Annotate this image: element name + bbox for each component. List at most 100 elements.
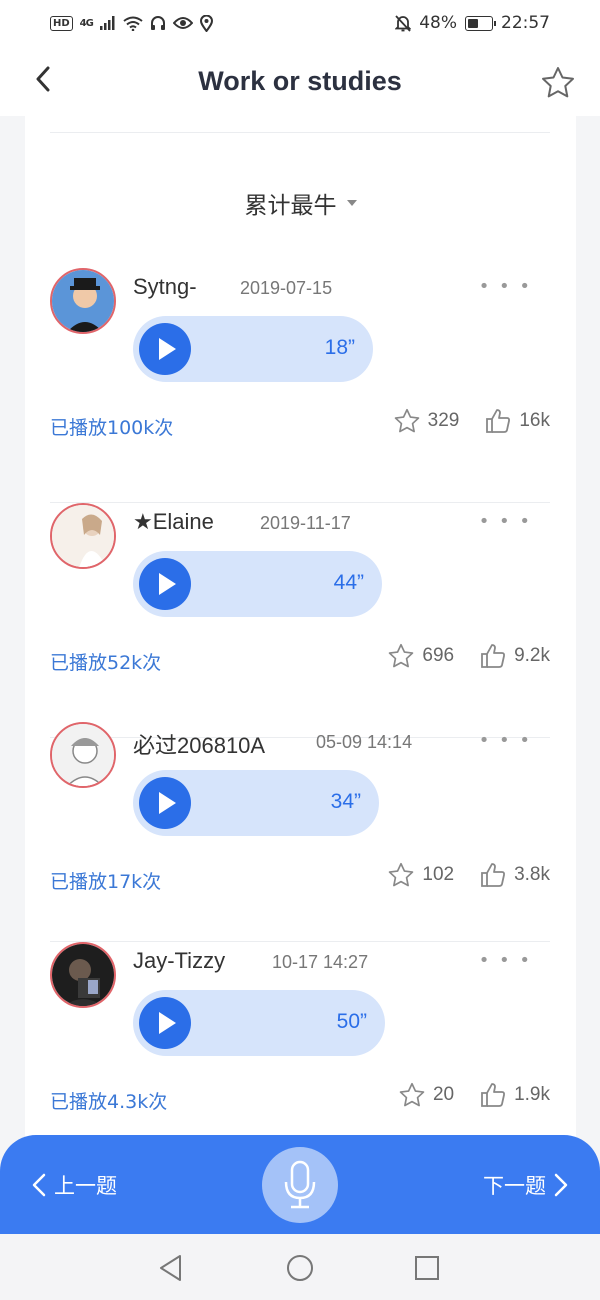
play-icon <box>158 573 176 595</box>
more-options-button[interactable]: • • • <box>479 730 532 751</box>
caret-down-icon <box>346 200 357 206</box>
star-outline-icon <box>389 643 414 668</box>
play-button[interactable] <box>139 323 191 375</box>
square-recents-icon <box>415 1256 439 1280</box>
star-outline-icon <box>389 862 414 887</box>
like-count: 16k <box>519 409 550 431</box>
battery-fill <box>468 18 478 28</box>
battery-percent: 48% <box>419 13 457 33</box>
play-count: 已播放4.3k次 <box>50 1091 168 1113</box>
wifi-icon <box>123 16 143 31</box>
stats: 102 3.8k <box>388 862 550 887</box>
play-button[interactable] <box>139 777 191 829</box>
favorite-count: 329 <box>427 409 460 431</box>
chevron-left-icon <box>32 1173 46 1197</box>
favorite-stat[interactable]: 20 <box>399 1082 454 1107</box>
chevron-right-icon <box>554 1173 568 1197</box>
circle-home-icon <box>287 1255 313 1281</box>
audio-player[interactable]: 18” <box>133 316 373 382</box>
avatar[interactable] <box>50 722 116 788</box>
post-date: 05-09 14:14 <box>316 732 413 752</box>
post-date: 2019-07-15 <box>240 278 333 298</box>
like-count: 1.9k <box>514 1083 550 1105</box>
user-name[interactable]: Sytng- <box>133 274 197 300</box>
sort-selector[interactable]: 累计最牛 <box>25 186 576 220</box>
thumbs-up-icon <box>481 644 506 668</box>
like-count: 3.8k <box>514 863 550 885</box>
audio-player[interactable]: 50” <box>133 990 385 1056</box>
answer-item: Sytng- 2019-07-15 • • • 18” 已播放100k次 329… <box>50 268 550 503</box>
favorite-count: 102 <box>422 863 455 885</box>
favorite-stat[interactable]: 696 <box>388 643 454 668</box>
user-name[interactable]: 必过206810A <box>133 728 265 760</box>
page-title: Work or studies <box>198 65 402 96</box>
next-label: 下一题 <box>483 1174 546 1198</box>
header: Work or studies <box>0 46 600 116</box>
star-outline-icon <box>394 408 419 433</box>
audio-player[interactable]: 44” <box>133 551 382 617</box>
audio-player[interactable]: 34” <box>133 770 379 836</box>
stats: 20 1.9k <box>399 1082 550 1107</box>
divider <box>50 132 550 133</box>
play-button[interactable] <box>139 997 191 1049</box>
favorite-count: 20 <box>432 1083 455 1105</box>
stats: 696 9.2k <box>388 643 550 668</box>
previous-question-button[interactable]: 上一题 <box>32 1170 117 1200</box>
stats: 329 16k <box>394 408 550 433</box>
user-name[interactable]: Jay-Tizzy <box>133 948 225 974</box>
audio-duration: 50” <box>336 1010 367 1033</box>
bell-muted-icon <box>395 14 412 32</box>
star-outline-icon <box>542 67 574 98</box>
microphone-icon <box>284 1160 316 1209</box>
avatar[interactable] <box>50 942 116 1008</box>
audio-duration: 44” <box>333 571 364 594</box>
back-button[interactable] <box>28 64 58 94</box>
favorite-count: 696 <box>422 644 455 666</box>
avatar[interactable] <box>50 268 116 334</box>
star-outline-icon <box>399 1082 425 1107</box>
system-nav-bar <box>0 1234 600 1300</box>
signal-icon <box>99 16 116 30</box>
more-options-button[interactable]: • • • <box>479 276 532 297</box>
triangle-back-icon <box>160 1255 181 1281</box>
clock: 22:57 <box>501 13 550 33</box>
answers-card: 累计最牛 Sytng- 2019-07-15 • • • 18” 已播放100k… <box>25 116 576 1146</box>
hd-indicator: HD <box>50 15 73 31</box>
like-stat[interactable]: 1.9k <box>480 1082 550 1107</box>
like-stat[interactable]: 9.2k <box>480 643 550 668</box>
favorite-stat[interactable]: 329 <box>394 408 460 433</box>
bottom-action-bar: 上一题 下一题 <box>0 1135 600 1234</box>
like-count: 9.2k <box>514 644 550 666</box>
thumbs-up-icon <box>486 409 511 433</box>
user-name[interactable]: ★Elaine <box>133 509 214 535</box>
answer-item: ★Elaine 2019-11-17 • • • 44” 已播放52k次 696… <box>50 503 550 738</box>
like-stat[interactable]: 16k <box>485 408 550 433</box>
sort-label: 累计最牛 <box>244 193 337 219</box>
thumbs-up-icon <box>481 863 506 887</box>
more-options-button[interactable]: • • • <box>479 950 532 971</box>
previous-label: 上一题 <box>54 1174 117 1198</box>
audio-duration: 18” <box>324 336 355 359</box>
nav-home-button[interactable] <box>286 1254 314 1286</box>
answer-item: Jay-Tizzy 10-17 14:27 • • • 50” 已播放4.3k次… <box>50 942 550 1142</box>
favorite-stat[interactable]: 102 <box>388 862 454 887</box>
post-date: 2019-11-17 <box>260 513 351 533</box>
avatar[interactable] <box>50 503 116 569</box>
more-options-button[interactable]: • • • <box>479 511 532 532</box>
network-type: 4G <box>79 17 94 29</box>
play-count: 已播放52k次 <box>50 652 162 674</box>
play-icon <box>158 1012 176 1034</box>
nav-recents-button[interactable] <box>414 1255 440 1285</box>
status-bar: HD 4G 48% 22:57 <box>0 0 600 46</box>
nav-back-button[interactable] <box>158 1254 184 1286</box>
play-button[interactable] <box>139 558 191 610</box>
favorite-button[interactable] <box>540 64 576 100</box>
record-button[interactable] <box>262 1147 338 1223</box>
like-stat[interactable]: 3.8k <box>480 862 550 887</box>
status-icons-right: 48% 22:57 <box>395 13 550 33</box>
battery-icon <box>465 15 496 31</box>
next-question-button[interactable]: 下一题 <box>483 1170 568 1200</box>
eye-icon <box>172 16 193 30</box>
headphones-icon <box>150 15 166 31</box>
post-date: 10-17 14:27 <box>272 952 369 972</box>
